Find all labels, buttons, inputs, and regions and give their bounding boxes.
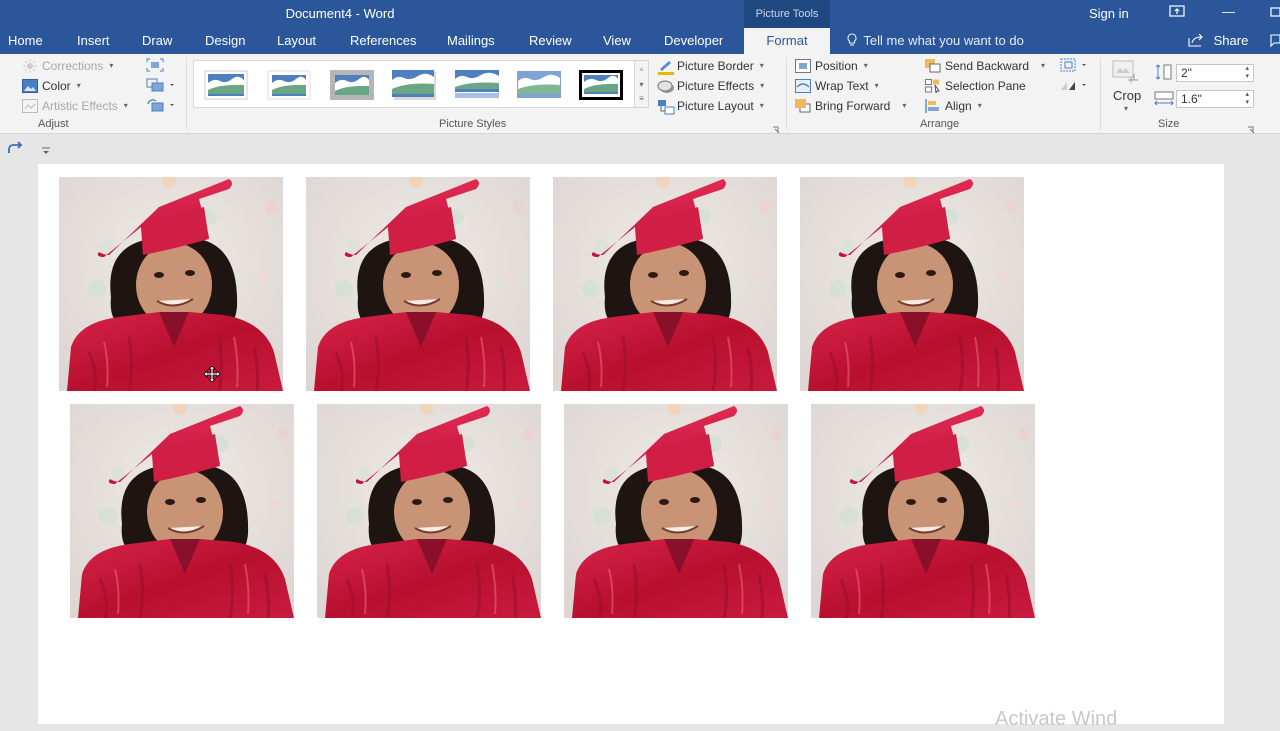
tab-design[interactable]: Design: [205, 28, 245, 54]
gallery-more-icon[interactable]: ≡: [635, 93, 648, 107]
picture-style-soft-edge[interactable]: [517, 70, 561, 100]
picture-style-reflected[interactable]: [455, 70, 499, 100]
position-button[interactable]: Position ▾: [795, 57, 868, 75]
arrange-group-label: Arrange: [920, 118, 960, 130]
color-button[interactable]: Color ▾: [22, 77, 81, 95]
bring-forward-button[interactable]: Bring Forward ▾: [795, 97, 906, 115]
send-backward-button[interactable]: Send Backward ▾: [925, 57, 1045, 75]
tab-insert[interactable]: Insert: [77, 28, 110, 54]
width-spinner-icon[interactable]: ▴ ▾: [1245, 91, 1249, 107]
tab-home[interactable]: Home: [8, 28, 43, 54]
wrap-text-button[interactable]: Wrap Text ▾: [795, 77, 879, 95]
quick-access-toolbar: [0, 134, 1280, 164]
picture-styles-dialog-launcher-icon[interactable]: [772, 121, 780, 134]
picture-style-beveled-matte[interactable]: [267, 70, 311, 100]
share-button[interactable]: Share: [1188, 28, 1248, 54]
shape-width-input[interactable]: 1.6" ▴ ▾: [1176, 90, 1254, 108]
artistic-effects-button[interactable]: Artistic Effects ▾: [22, 97, 128, 115]
picture-tools-context-label: Picture Tools: [744, 0, 830, 28]
tab-format[interactable]: Format: [744, 28, 830, 54]
tab-developer[interactable]: Developer: [664, 28, 723, 54]
picture-effects-button[interactable]: Picture Effects ▾: [657, 77, 764, 95]
picture-styles-gallery: [193, 60, 635, 108]
ribbon: Corrections ▾ Color ▾ Artistic Effects ▾ Ad…: [0, 54, 1280, 134]
crop-icon[interactable]: [1112, 60, 1142, 89]
tab-mailings[interactable]: Mailings: [447, 28, 495, 54]
window-title: Document4 - Word: [285, 6, 395, 21]
change-picture-icon[interactable]: [146, 78, 176, 97]
ribbon-tab-bar: Home Insert Draw Design Layout Reference…: [0, 28, 1280, 54]
gallery-scroll-up-icon[interactable]: ▴: [635, 61, 648, 77]
lightbulb-icon: [846, 28, 860, 54]
comments-icon[interactable]: [1270, 34, 1280, 53]
picture-style-simple-frame-white[interactable]: [204, 70, 248, 100]
gallery-scroll-down-icon[interactable]: ▾: [635, 77, 648, 93]
tab-view[interactable]: View: [603, 28, 631, 54]
compress-pictures-icon[interactable]: [146, 58, 164, 77]
picture-style-thick-black-frame[interactable]: [579, 70, 623, 100]
group-separator: [186, 58, 187, 130]
position-icon: [795, 59, 811, 73]
align-icon: [925, 99, 941, 113]
rotate-objects-icon[interactable]: [1060, 78, 1090, 97]
picture-style-metal-frame[interactable]: [330, 70, 374, 100]
artistic-effects-icon: [22, 99, 38, 113]
group-separator: [1100, 58, 1101, 130]
color-icon: [22, 79, 38, 93]
gallery-scrollbar[interactable]: ▴ ▾ ≡: [635, 60, 649, 108]
picture-styles-group-label: Picture Styles: [439, 118, 507, 130]
size-dialog-launcher-icon[interactable]: [1247, 121, 1255, 134]
shape-height-input[interactable]: 2" ▴ ▾: [1176, 64, 1254, 82]
move-cursor-icon: [203, 365, 221, 383]
restore-icon[interactable]: [1270, 5, 1280, 20]
tab-review[interactable]: Review: [529, 28, 572, 54]
graduation-photo[interactable]: [59, 177, 283, 391]
share-label: Share: [1213, 33, 1249, 48]
group-objects-icon[interactable]: [1060, 58, 1090, 77]
picture-border-button[interactable]: Picture Border ▾: [657, 57, 764, 75]
tab-references[interactable]: References: [350, 28, 416, 54]
crop-dropdown-caret[interactable]: ▾: [1124, 104, 1128, 113]
customize-toolbar-icon[interactable]: [42, 143, 50, 161]
tab-layout[interactable]: Layout: [277, 28, 316, 54]
selection-pane-button[interactable]: Selection Pane: [925, 77, 1026, 95]
picture-effects-icon: [657, 79, 674, 93]
graduation-photo[interactable]: [306, 177, 530, 391]
share-icon: [1188, 33, 1210, 48]
height-spinner-icon[interactable]: ▴ ▾: [1245, 65, 1249, 81]
graduation-photo[interactable]: [70, 404, 294, 618]
sign-in-link[interactable]: Sign in: [1089, 6, 1129, 21]
graduation-photo[interactable]: [553, 177, 777, 391]
corrections-icon: [22, 59, 38, 73]
picture-style-drop-shadow[interactable]: [392, 70, 436, 100]
title-bar: Document4 - Word Picture Tools Sign in —: [0, 0, 1280, 28]
size-group-label: Size: [1158, 118, 1180, 130]
shape-width-icon: [1154, 91, 1174, 112]
graduation-photo[interactable]: [317, 404, 541, 618]
tell-me-search[interactable]: Tell me what you want to do: [846, 28, 1024, 54]
wrap-text-icon: [795, 79, 811, 93]
align-button[interactable]: Align ▾: [925, 97, 982, 115]
graduation-photo[interactable]: [800, 177, 1024, 391]
shape-height-icon: [1154, 64, 1174, 85]
picture-layout-button[interactable]: Picture Layout ▾: [657, 97, 764, 115]
redo-icon[interactable]: [7, 141, 23, 160]
minimize-button[interactable]: —: [1222, 4, 1235, 19]
graduation-photo[interactable]: [811, 404, 1035, 618]
send-backward-icon: [925, 59, 941, 73]
ribbon-display-options-icon[interactable]: [1169, 5, 1185, 20]
picture-border-icon: [657, 59, 674, 75]
tell-me-placeholder: Tell me what you want to do: [863, 33, 1024, 48]
adjust-group-label: Adjust: [38, 118, 69, 130]
reset-picture-icon[interactable]: [146, 98, 176, 117]
group-separator: [786, 58, 787, 130]
corrections-button[interactable]: Corrections ▾: [22, 57, 113, 75]
selection-pane-icon: [925, 79, 941, 95]
picture-layout-icon: [657, 99, 675, 115]
tab-draw[interactable]: Draw: [142, 28, 172, 54]
crop-button[interactable]: Crop: [1113, 87, 1141, 105]
graduation-photo[interactable]: [564, 404, 788, 618]
bring-forward-icon: [795, 99, 811, 113]
